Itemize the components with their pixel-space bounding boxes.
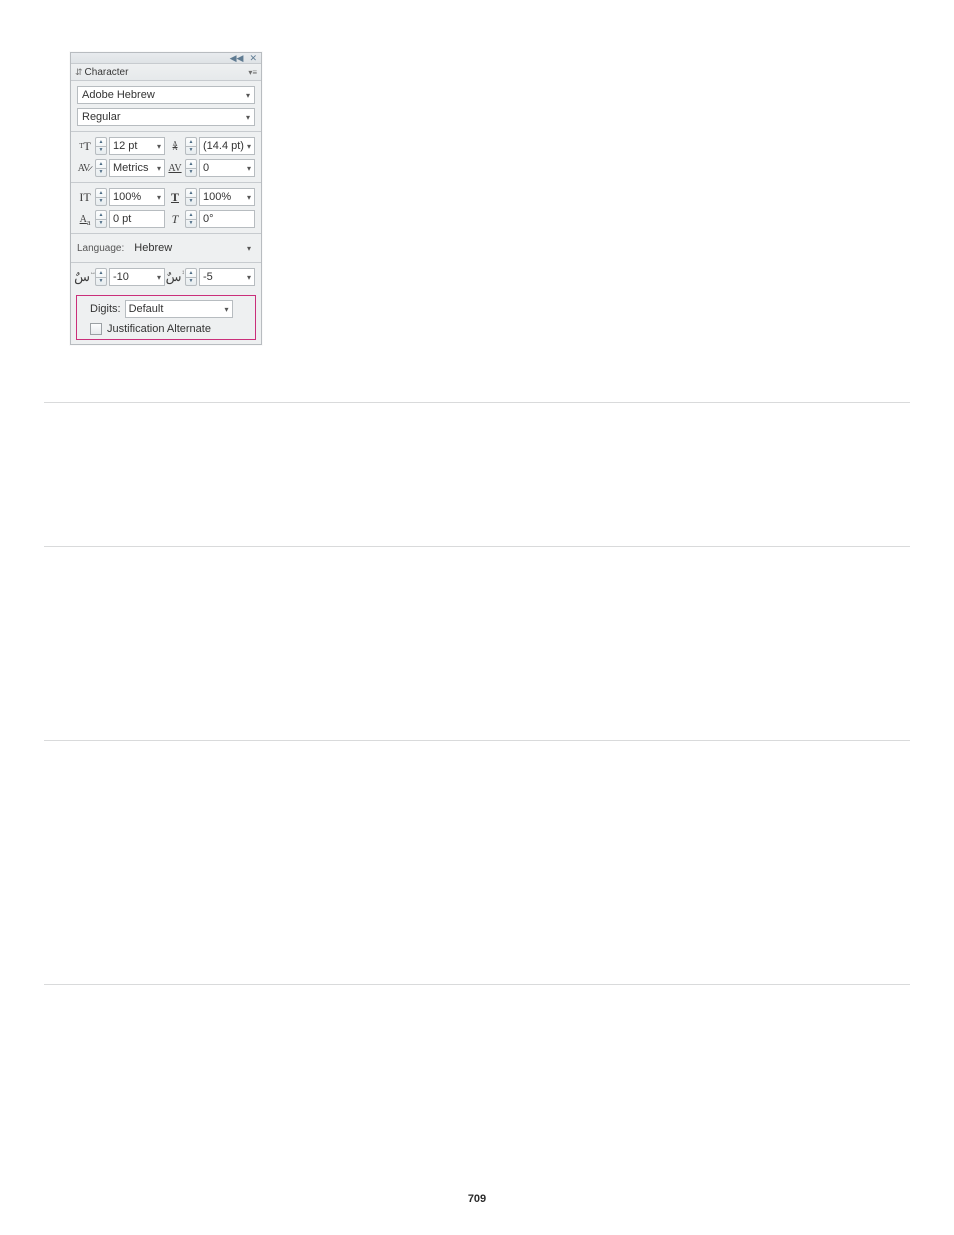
kerning-icon: AV̷ [77,160,93,176]
tracking-input[interactable]: 0 ▾ [199,159,255,177]
digits-highlight-region: Digits: Default ▾ Justification Alternat… [76,295,256,340]
chevron-down-icon: ▾ [157,273,161,282]
font-family-dropdown[interactable]: Adobe Hebrew ▾ [77,86,255,104]
baseline-input[interactable]: 0 pt [109,210,165,228]
baseline-shift-icon: Aa [77,211,93,227]
panel-menu-icon[interactable]: ▾≡ [248,68,257,77]
panel-title: Character [85,67,129,78]
chevron-down-icon: ▾ [225,305,229,314]
diacritic-vertical-icon: سٌ↕ [167,269,183,285]
leading-spinner[interactable]: ▲▼ [185,137,197,155]
language-label: Language: [77,243,124,254]
font-style-value: Regular [82,111,121,123]
diacritic-h-input[interactable]: -10 ▾ [109,268,165,286]
chevron-down-icon: ▾ [247,193,251,202]
hscale-input[interactable]: 100% ▾ [199,188,255,206]
chevron-down-icon: ▾ [247,244,251,253]
chevron-down-icon: ▾ [157,142,161,151]
skew-spinner[interactable]: ▲▼ [185,210,197,228]
section-divider [44,984,910,985]
chevron-down-icon: ▾ [247,273,251,282]
chevron-down-icon: ▾ [246,91,250,100]
diacritic-h-spinner[interactable]: ▲▼ [95,268,107,286]
page-number: 709 [0,1193,954,1205]
hscale-spinner[interactable]: ▲▼ [185,188,197,206]
tracking-icon: AV [167,160,183,176]
chevron-down-icon: ▾ [157,164,161,173]
horizontal-scale-icon: T [167,189,183,205]
digits-label: Digits: [90,303,121,315]
skew-icon: T [167,211,183,227]
chevron-down-icon: ▾ [247,164,251,173]
section-divider [44,740,910,741]
diacritic-v-input[interactable]: -5 ▾ [199,268,255,286]
font-size-spinner[interactable]: ▲▼ [95,137,107,155]
font-size-icon: TT [77,138,93,154]
justification-alternate-checkbox[interactable] [90,323,102,335]
digits-dropdown[interactable]: Default ▾ [125,300,233,318]
section-divider [44,546,910,547]
collapse-icon[interactable]: ◀◀ [230,54,244,63]
close-icon[interactable]: ✕ [249,54,257,63]
font-family-value: Adobe Hebrew [82,89,155,101]
baseline-spinner[interactable]: ▲▼ [95,210,107,228]
font-size-input[interactable]: 12 pt ▾ [109,137,165,155]
language-dropdown[interactable]: Hebrew ▾ [130,239,255,257]
kerning-spinner[interactable]: ▲▼ [95,159,107,177]
skew-input[interactable]: 0° [199,210,255,228]
section-divider [44,402,910,403]
panel-title-bar: ⇵ Character ▾≡ [71,64,261,81]
kerning-input[interactable]: Metrics ▾ [109,159,165,177]
diacritic-v-spinner[interactable]: ▲▼ [185,268,197,286]
tracking-spinner[interactable]: ▲▼ [185,159,197,177]
panel-top-strip: ◀◀ ✕ [71,53,261,64]
justification-alternate-label: Justification Alternate [107,323,211,335]
vertical-scale-icon: IT [77,189,93,205]
leading-input[interactable]: (14.4 pt) ▾ [199,137,255,155]
diacritic-horizontal-icon: سٌ↔ [77,269,93,285]
character-panel: ◀◀ ✕ ⇵ Character ▾≡ Adobe Hebrew ▾ Regul… [70,52,262,345]
vscale-spinner[interactable]: ▲▼ [95,188,107,206]
chevron-down-icon: ▾ [157,193,161,202]
panel-updown-icon[interactable]: ⇵ [75,67,82,78]
chevron-down-icon: ▾ [247,142,251,151]
chevron-down-icon: ▾ [246,113,250,122]
vscale-input[interactable]: 100% ▾ [109,188,165,206]
font-style-dropdown[interactable]: Regular ▾ [77,108,255,126]
leading-icon: AA [167,138,183,154]
